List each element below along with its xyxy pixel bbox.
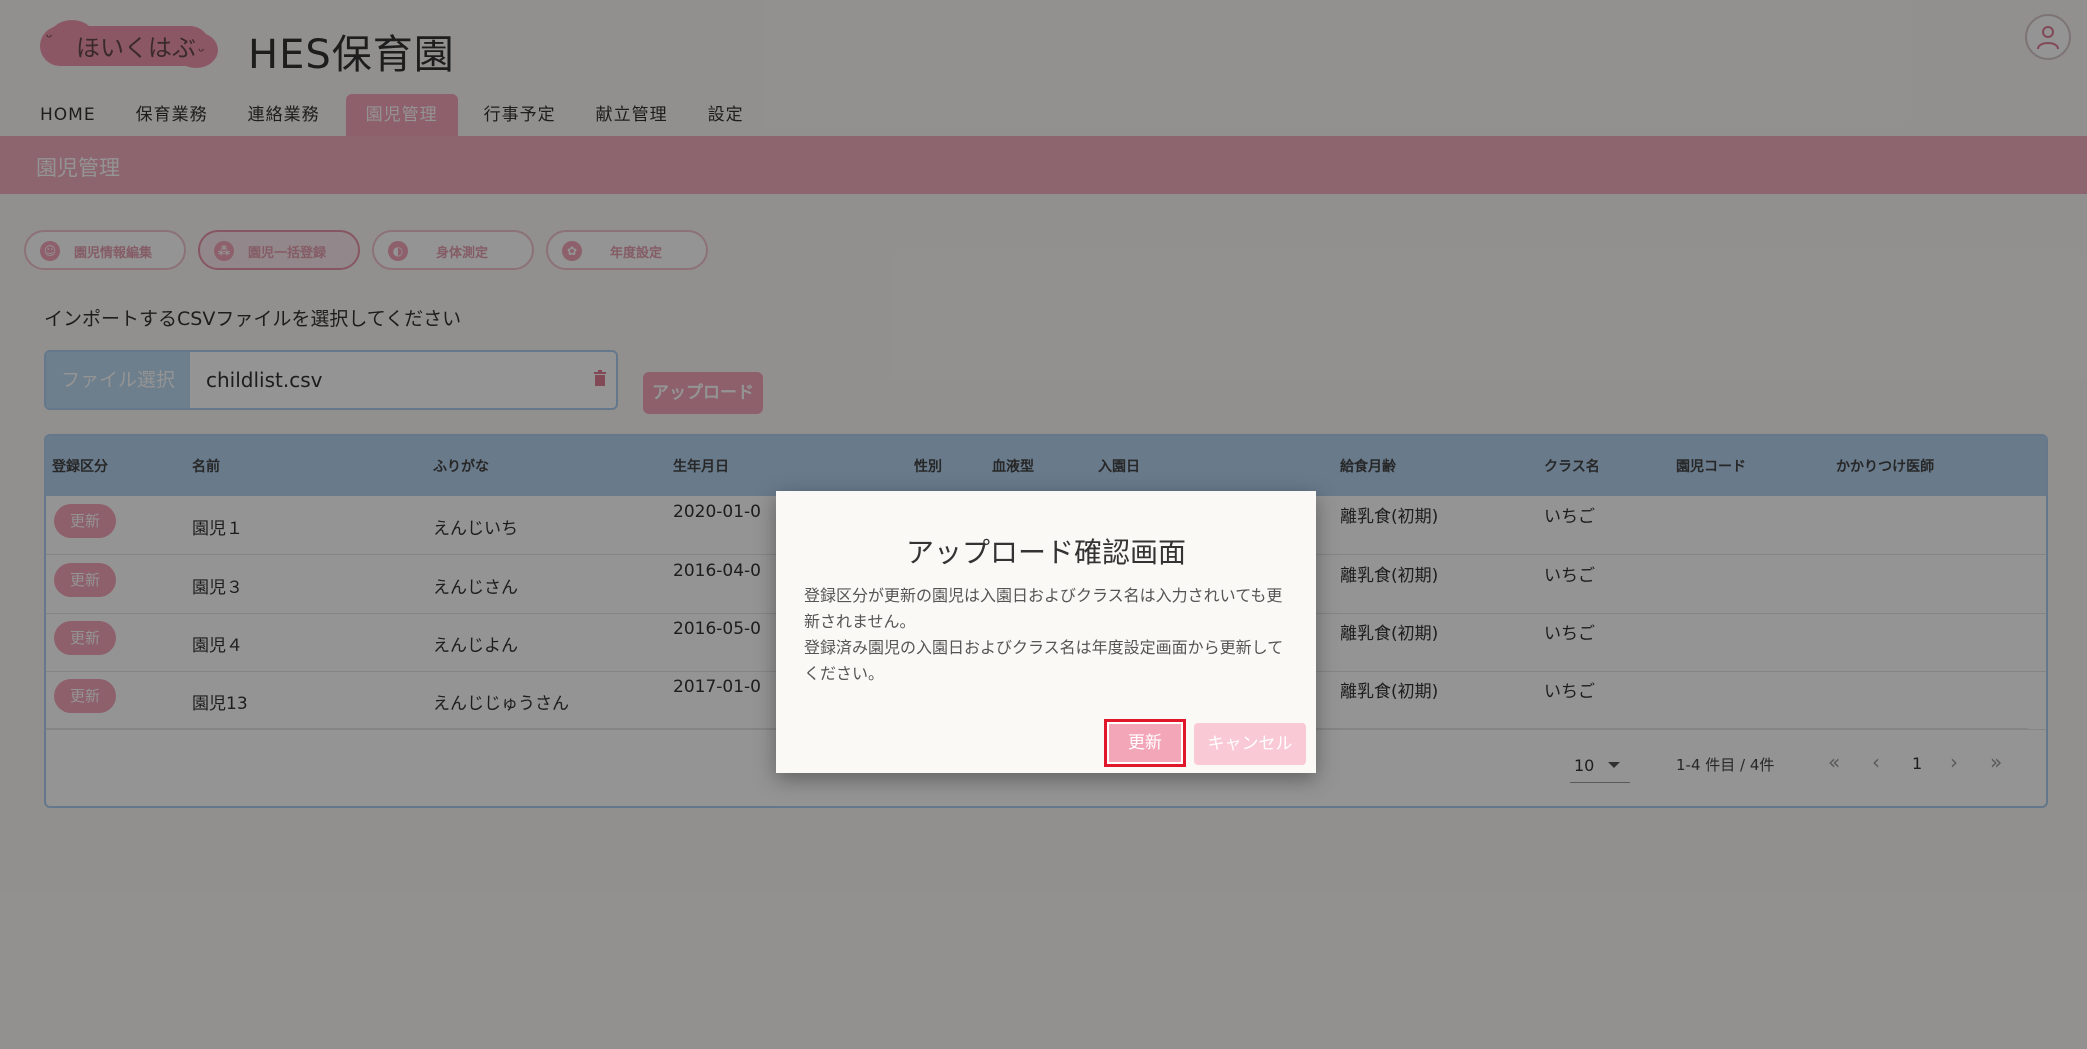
- confirm-update-label: 更新: [1109, 724, 1181, 762]
- dialog-title: アップロード確認画面: [905, 536, 1186, 569]
- logo-face-icon: ᵕ: [198, 42, 205, 61]
- dialog-message: 登録区分が更新の園児は入園日およびクラス名は入力されいても更新されません。 登録…: [804, 583, 1294, 687]
- logo-text: ほいくはぶ: [76, 34, 196, 62]
- upload-confirm-dialog: アップロード確認画面 登録区分が更新の園児は入園日およびクラス名は入力されいても…: [776, 491, 1316, 773]
- logo-face-icon: ᵕ: [46, 28, 53, 47]
- dialog-message-line: 登録区分が更新の園児は入園日およびクラス名は入力されいても更新されません。: [804, 586, 1283, 631]
- dialog-message-line: 登録済み園児の入園日およびクラス名は年度設定画面から更新してください。: [804, 638, 1284, 683]
- confirm-update-button[interactable]: 更新: [1104, 719, 1186, 767]
- cancel-button[interactable]: キャンセル: [1194, 723, 1306, 765]
